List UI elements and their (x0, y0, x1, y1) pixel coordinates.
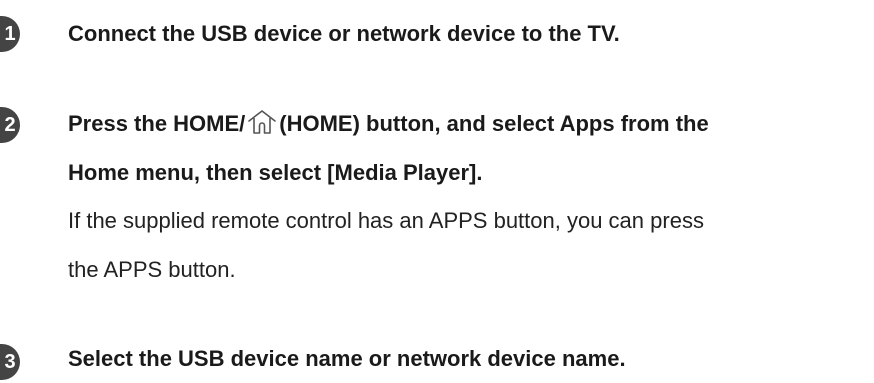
step-note-line-1: If the supplied remote control has an AP… (68, 208, 704, 233)
step-title-part: (HOME) button, and select Apps from the (279, 111, 709, 136)
home-icon (246, 103, 278, 134)
step-number-badge: 3 (0, 344, 20, 380)
step-title: Press the HOME/ (HOME) button, and select… (68, 99, 864, 148)
step-note-line-2: the APPS button. (68, 257, 236, 282)
step-number: 2 (4, 114, 16, 136)
step-number-badge: 2 (0, 107, 20, 143)
step-number: 3 (4, 351, 16, 373)
step-title: Select the USB device name or network de… (68, 346, 626, 371)
step-number: 1 (4, 23, 16, 45)
step-title: Connect the USB device or network device… (68, 21, 620, 46)
step-number-badge: 1 (0, 16, 20, 52)
step-title-line-2: Home menu, then select [Media Player]. (68, 160, 483, 185)
step-title-part: Press the HOME/ (68, 111, 246, 136)
